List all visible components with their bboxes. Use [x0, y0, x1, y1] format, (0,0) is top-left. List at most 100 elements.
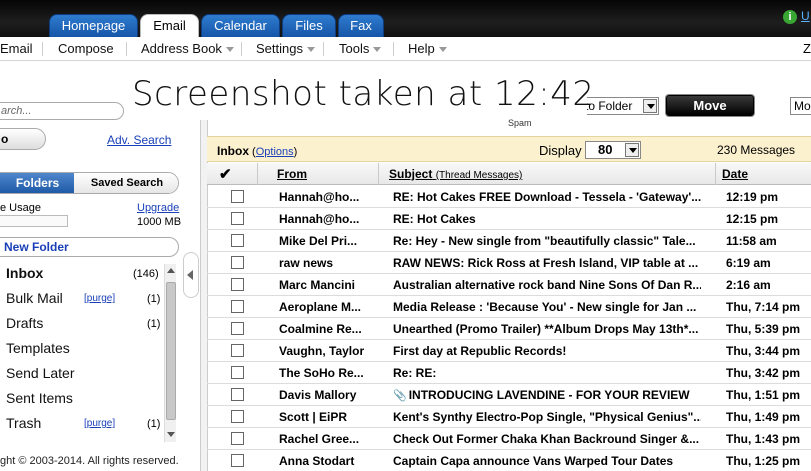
row-subject-cell[interactable]: Australian alternative rock band Nine So…	[393, 278, 701, 292]
tab-homepage[interactable]: Homepage	[49, 14, 138, 37]
tab-calendar[interactable]: Calendar	[201, 14, 280, 37]
column-subject[interactable]: Subject (Thread Messages)	[389, 167, 522, 181]
row-subject-cell[interactable]: RAW NEWS: Rick Ross at Fresh Island, VIP…	[393, 256, 701, 270]
row-date: Thu, 1:49 pm	[726, 410, 801, 424]
row-from[interactable]: The SoHo Re...	[279, 366, 365, 380]
table-row[interactable]: Davis Mallory 📎 INTRODUCING LAVENDINE - FO…	[207, 384, 811, 406]
row-checkbox[interactable]	[231, 366, 244, 379]
row-checkbox[interactable]	[231, 234, 244, 247]
table-row[interactable]: raw news RAW NEWS: Rick Ross at Fresh Isl…	[207, 252, 811, 274]
advanced-search-link[interactable]: Adv. Search	[107, 133, 171, 147]
search-input[interactable]: arch...	[0, 102, 124, 120]
row-subject-cell[interactable]: Media Release : 'Because You' - New sing…	[393, 300, 701, 314]
table-row[interactable]: Mike Del Pri... Re: Hey - New single from…	[207, 230, 811, 252]
row-subject-cell[interactable]: Re: Hey - New single from "beautifully c…	[393, 234, 701, 248]
scroll-up-icon[interactable]	[167, 268, 175, 273]
row-from[interactable]: Scott | EiPR	[279, 410, 365, 424]
tab-files[interactable]: Files	[282, 14, 336, 37]
folder-trash[interactable]: Trash	[6, 415, 41, 431]
user-link[interactable]: U	[801, 9, 810, 23]
tab-email[interactable]: Email	[140, 14, 199, 38]
menu-tools[interactable]: Tools	[339, 41, 382, 56]
row-subject-cell[interactable]: Check Out Former Chaka Khan Backround Si…	[393, 432, 701, 446]
table-row[interactable]: Hannah@ho... RE: Hot Cakes 12:15 pm	[207, 208, 811, 230]
row-subject-cell[interactable]: Unearthed (Promo Trailer) **Album Drops …	[393, 322, 701, 336]
tab-saved-search[interactable]: Saved Search	[74, 173, 178, 193]
scroll-down-icon[interactable]	[167, 432, 175, 437]
folder-bulk-mail[interactable]: Bulk Mail	[6, 290, 63, 306]
more-actions-select[interactable]: Mo	[790, 97, 811, 115]
row-from[interactable]: raw news	[279, 256, 365, 270]
menu-divider	[241, 42, 242, 56]
search-button[interactable]: o	[0, 128, 46, 150]
table-row[interactable]: Vaughn, Taylor First day at Republic Reco…	[207, 340, 811, 362]
row-from[interactable]: Rachel Gree...	[279, 432, 365, 446]
row-checkbox[interactable]	[231, 388, 244, 401]
row-from[interactable]: Aeroplane M...	[279, 300, 365, 314]
menu-email[interactable]: Email	[0, 41, 33, 56]
tab-fax[interactable]: Fax	[338, 14, 384, 37]
row-from[interactable]: Coalmine Re...	[279, 322, 365, 336]
row-date: 12:15 pm	[726, 212, 779, 226]
row-from[interactable]: Vaughn, Taylor	[279, 344, 365, 358]
row-subject-cell[interactable]: Re: RE:	[393, 366, 701, 380]
move-button[interactable]: Move	[666, 95, 754, 116]
row-from[interactable]: Marc Mancini	[279, 278, 365, 292]
row-checkbox[interactable]	[231, 432, 244, 445]
folder-drafts[interactable]: Drafts	[6, 315, 43, 331]
menu-settings[interactable]: Settings	[256, 41, 315, 56]
row-checkbox[interactable]	[231, 212, 244, 225]
row-checkbox[interactable]	[231, 278, 244, 291]
row-from[interactable]: Hannah@ho...	[279, 190, 365, 204]
folder-inbox[interactable]: Inbox	[6, 265, 43, 281]
purge-link[interactable]: [purge]	[84, 293, 115, 304]
row-checkbox[interactable]	[231, 344, 244, 357]
spam-label[interactable]: Spam	[508, 118, 532, 128]
column-date[interactable]: Date	[722, 167, 748, 181]
row-subject-cell[interactable]: First day at Republic Records!	[393, 344, 701, 358]
row-from[interactable]: Hannah@ho...	[279, 212, 365, 226]
table-row[interactable]: Rachel Gree... Check Out Former Chaka Kha…	[207, 428, 811, 450]
folder-sent-items[interactable]: Sent Items	[6, 390, 73, 406]
options-link[interactable]: Options	[256, 146, 294, 158]
table-row[interactable]: Aeroplane M... Media Release : 'Because Y…	[207, 296, 811, 318]
folder-templates[interactable]: Templates	[6, 340, 70, 356]
table-row[interactable]: Hannah@ho... RE: Hot Cakes FREE Download …	[207, 186, 811, 208]
row-from[interactable]: Davis Mallory	[279, 388, 365, 402]
folder-send-later[interactable]: Send Later	[6, 365, 75, 381]
collapse-sidebar-icon[interactable]	[183, 252, 199, 298]
thread-messages-link[interactable]: (Thread Messages)	[436, 170, 523, 181]
menu-address-book[interactable]: Address Book	[141, 41, 234, 56]
row-subject-cell[interactable]: 📎 INTRODUCING LAVENDINE - FOR YOUR REVIEW	[393, 388, 701, 402]
row-checkbox[interactable]	[231, 454, 244, 467]
row-subject-cell[interactable]: Captain Capa announce Vans Warped Tour D…	[393, 454, 701, 468]
inbox-info-bar: Inbox (Options) Display 80 230 Messages	[207, 136, 811, 162]
display-count-select[interactable]: 80	[585, 141, 641, 159]
table-row[interactable]: Scott | EiPR Kent's Synthy Electro-Pop Si…	[207, 406, 811, 428]
row-subject-cell[interactable]: RE: Hot Cakes FREE Download - Tessela - …	[393, 190, 701, 204]
upgrade-link[interactable]: Upgrade	[137, 202, 179, 214]
row-checkbox[interactable]	[231, 256, 244, 269]
table-row[interactable]: Anna Stodart Captain Capa announce Vans W…	[207, 450, 811, 471]
purge-link[interactable]: [purge]	[84, 418, 115, 429]
menu-help[interactable]: Help	[408, 41, 447, 56]
tab-folders[interactable]: Folders	[0, 173, 74, 193]
menu-compose[interactable]: Compose	[58, 41, 114, 56]
checkmark-icon[interactable]: ✔	[219, 165, 232, 183]
table-row[interactable]: Marc Mancini Australian alternative rock …	[207, 274, 811, 296]
row-from[interactable]: Mike Del Pri...	[279, 234, 365, 248]
scroll-thumb[interactable]	[166, 282, 176, 420]
folder-scrollbar[interactable]	[164, 264, 176, 442]
table-row[interactable]: Coalmine Re... Unearthed (Promo Trailer) …	[207, 318, 811, 340]
row-from[interactable]: Anna Stodart	[279, 454, 365, 468]
row-checkbox[interactable]	[231, 410, 244, 423]
row-subject-cell[interactable]: Kent's Synthy Electro-Pop Single, "Physi…	[393, 410, 701, 424]
row-subject-cell[interactable]: RE: Hot Cakes	[393, 212, 701, 226]
row-checkbox[interactable]	[231, 322, 244, 335]
row-checkbox[interactable]	[231, 300, 244, 313]
new-folder-button[interactable]: New Folder	[0, 237, 179, 257]
column-from[interactable]: From	[277, 167, 307, 181]
table-row[interactable]: The SoHo Re... Re: RE: Thu, 3:42 pm	[207, 362, 811, 384]
row-checkbox[interactable]	[231, 190, 244, 203]
menu-right-item[interactable]: Z	[803, 41, 811, 56]
